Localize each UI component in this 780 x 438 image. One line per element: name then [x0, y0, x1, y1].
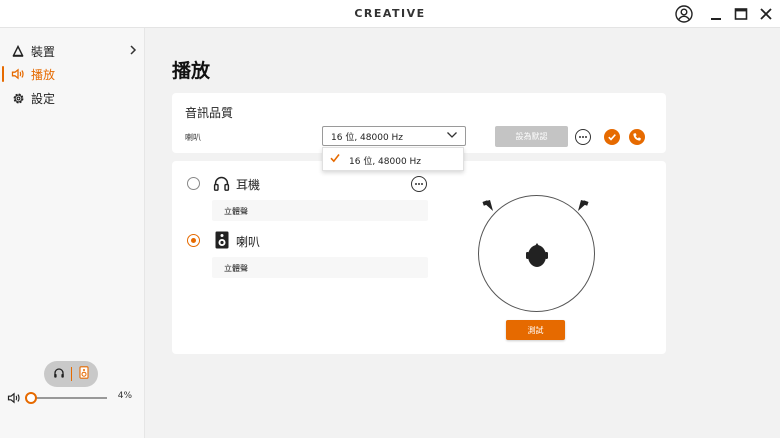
selected-format: 16 位, 48000 Hz	[331, 133, 404, 143]
account-icon[interactable]	[674, 4, 694, 24]
sidebar-item-device[interactable]: 裝置	[0, 40, 145, 62]
volume-slider-handle[interactable]	[25, 392, 37, 404]
sidebar-item-label: 設定	[31, 91, 56, 106]
sidebar-item-label: 裝置	[31, 44, 56, 59]
dropdown-option[interactable]: 16 位, 48000 Hz	[349, 154, 421, 167]
speaker-icon	[79, 366, 89, 382]
more-options-icon[interactable]	[575, 129, 591, 145]
confirm-check-icon[interactable]	[604, 129, 620, 145]
brand-logo: CREATIVE	[354, 7, 426, 20]
minimize-icon[interactable]	[706, 4, 726, 24]
audio-format-dropdown: 16 位, 48000 Hz	[322, 147, 464, 171]
title-bar: CREATIVE	[0, 0, 780, 28]
sidebar-item-settings[interactable]: 設定	[0, 87, 145, 109]
test-button[interactable]: 測試	[506, 320, 565, 340]
audio-device-label: 喇叭	[185, 133, 201, 142]
volume-slider-track[interactable]	[30, 397, 107, 399]
volume-control: 4%	[0, 390, 145, 406]
sidebar-item-playback[interactable]: 播放	[0, 63, 145, 85]
toggle-divider	[71, 367, 73, 381]
left-speaker-icon	[482, 199, 495, 215]
device-triangle-icon	[10, 43, 26, 59]
headphones-icon	[213, 175, 230, 195]
audio-quality-heading: 音訊品質	[185, 106, 234, 120]
chevron-right-icon	[129, 44, 137, 59]
headphones-mode[interactable]: 立體聲	[212, 200, 428, 221]
maximize-icon[interactable]	[731, 4, 751, 24]
checkmark-icon	[329, 152, 341, 167]
listener-head-icon	[525, 241, 549, 272]
page-title: 播放	[172, 60, 211, 82]
gear-icon	[10, 90, 26, 106]
volume-percent: 4%	[117, 391, 132, 401]
speaker-radio[interactable]	[187, 234, 200, 247]
headphones-icon	[53, 367, 65, 382]
more-options-icon[interactable]	[411, 176, 427, 192]
speaker-mode[interactable]: 立體聲	[212, 257, 428, 278]
output-device-toggle[interactable]	[44, 361, 98, 387]
headphones-radio[interactable]	[187, 177, 200, 190]
phone-icon[interactable]	[629, 129, 645, 145]
close-icon[interactable]	[756, 4, 776, 24]
audio-format-select[interactable]: 16 位, 48000 Hz	[322, 126, 466, 146]
sidebar-item-label: 播放	[31, 67, 56, 82]
sidebar: 裝置 播放 設定	[0, 28, 145, 438]
headphones-label: 耳機	[236, 178, 261, 192]
volume-icon[interactable]	[7, 392, 21, 407]
speaker-icon	[215, 231, 229, 252]
set-default-button[interactable]: 設為默認	[495, 126, 568, 147]
speaker-label: 喇叭	[236, 235, 261, 249]
speaker-wave-icon	[10, 66, 26, 82]
chevron-down-icon	[446, 130, 458, 143]
right-speaker-icon	[576, 199, 589, 215]
